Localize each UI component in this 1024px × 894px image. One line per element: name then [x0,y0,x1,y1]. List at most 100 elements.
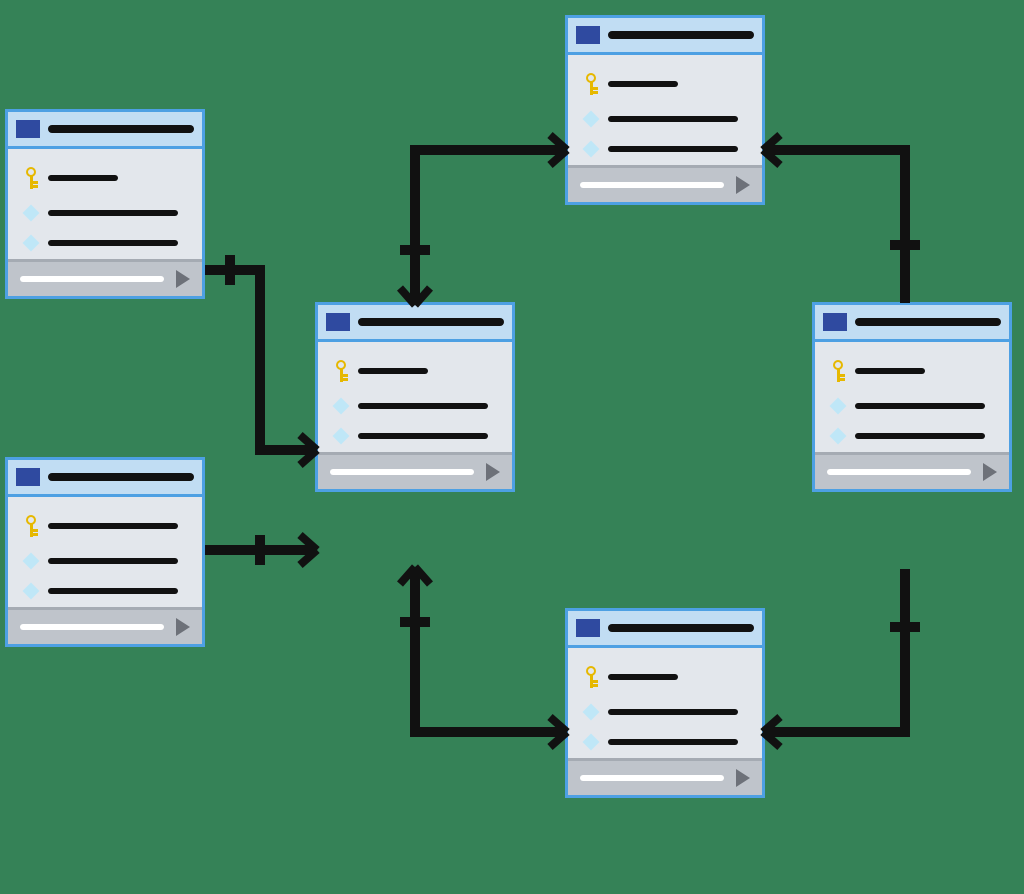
table-body [8,497,202,607]
header-square-icon [823,313,847,331]
field-line [358,433,488,439]
primary-key-icon [584,73,598,95]
field-line [48,210,178,216]
field-line [48,558,178,564]
field-line [855,433,985,439]
primary-key-icon [24,167,38,189]
table-footer [8,607,202,644]
footer-bar [827,469,971,475]
field-line [48,588,178,594]
table-row [24,207,186,219]
table-row [584,706,746,718]
relation-t2-t3 [205,530,325,570]
primary-key-icon [334,360,348,382]
db-table-t3 [315,302,515,492]
relation-t4-t6 [765,140,920,315]
table-title-bar [608,624,754,632]
field-diamond-icon [23,235,40,252]
table-header [568,18,762,55]
table-title-bar [855,318,1001,326]
field-line [358,368,428,374]
table-title-bar [608,31,754,39]
field-line [48,240,178,246]
field-diamond-icon [583,704,600,721]
table-row [24,585,186,597]
field-diamond-icon [23,553,40,570]
header-square-icon [576,619,600,637]
db-table-t2 [5,457,205,647]
footer-bar [580,182,724,188]
footer-bar [20,276,164,282]
table-body [318,342,512,452]
table-row [584,113,746,125]
primary-key-icon [831,360,845,382]
header-square-icon [326,313,350,331]
table-footer [318,452,512,489]
field-line [608,116,738,122]
relation-t3-t5 [405,557,575,747]
primary-key-icon [24,515,38,537]
field-diamond-icon [583,734,600,751]
table-row [831,360,993,382]
field-diamond-icon [23,205,40,222]
field-line [855,368,925,374]
relation-t3-t4 [405,140,575,315]
header-square-icon [16,120,40,138]
table-title-bar [48,473,194,481]
table-row [24,237,186,249]
table-footer [568,165,762,202]
field-line [608,674,678,680]
relation-t5-t6 [765,557,920,747]
field-line [608,739,738,745]
field-line [48,175,118,181]
field-diamond-icon [23,583,40,600]
table-body [815,342,1009,452]
field-line [608,81,678,87]
field-diamond-icon [583,141,600,158]
field-diamond-icon [583,111,600,128]
table-header [568,611,762,648]
play-icon [486,463,500,481]
table-row [24,555,186,567]
db-table-t5 [565,608,765,798]
field-line [608,709,738,715]
table-title-bar [358,318,504,326]
table-row [334,400,496,412]
table-row [831,430,993,442]
play-icon [176,618,190,636]
play-icon [736,176,750,194]
header-square-icon [576,26,600,44]
db-table-t1 [5,109,205,299]
table-row [334,430,496,442]
primary-key-icon [584,666,598,688]
table-body [568,648,762,758]
field-line [855,403,985,409]
table-row [24,167,186,189]
play-icon [176,270,190,288]
table-footer [568,758,762,795]
table-footer [8,259,202,296]
table-row [24,515,186,537]
footer-bar [330,469,474,475]
table-header [815,305,1009,342]
table-title-bar [48,125,194,133]
relation-t1-t3 [205,255,325,465]
table-row [831,400,993,412]
footer-bar [580,775,724,781]
field-diamond-icon [830,398,847,415]
table-body [568,55,762,165]
table-header [318,305,512,342]
table-header [8,460,202,497]
field-diamond-icon [830,428,847,445]
field-line [608,146,738,152]
table-row [584,666,746,688]
footer-bar [20,624,164,630]
field-diamond-icon [333,398,350,415]
header-square-icon [16,468,40,486]
field-line [358,403,488,409]
table-row [584,143,746,155]
play-icon [736,769,750,787]
table-row [334,360,496,382]
db-table-t4 [565,15,765,205]
field-diamond-icon [333,428,350,445]
